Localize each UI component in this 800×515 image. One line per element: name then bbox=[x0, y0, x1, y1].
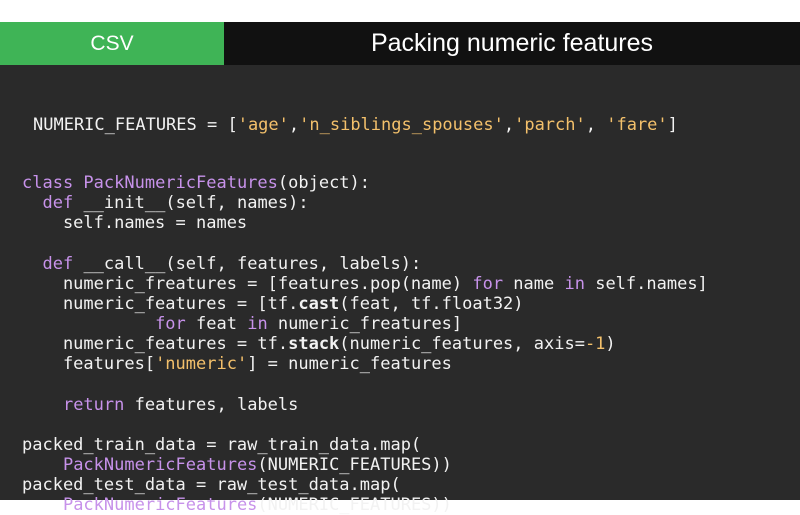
code-token: (feat, tf.float32) bbox=[339, 294, 524, 314]
code-line: packed_test_data = raw_test_data.map( bbox=[22, 475, 401, 495]
code-token: 'numeric' bbox=[155, 354, 248, 374]
code-token: , bbox=[288, 115, 300, 135]
code-line: return features, labels bbox=[22, 395, 298, 415]
code-token: PackNumericFeatures bbox=[83, 173, 278, 193]
code-token: __call__ bbox=[83, 254, 166, 274]
code-line: NUMERIC_FEATURES = ['age','n_siblings_sp… bbox=[33, 115, 678, 135]
code-token: packed_test_data = raw_test_data.map( bbox=[22, 475, 401, 495]
code-token: name bbox=[503, 274, 565, 294]
screenshot-frame: CSV Packing numeric features NUMERIC_FEA… bbox=[0, 0, 800, 515]
code-token: (numeric_features, axis= bbox=[339, 334, 585, 354]
code-line: def __init__(self, names): bbox=[22, 193, 309, 213]
code-token: -1 bbox=[584, 334, 606, 354]
code-token: , bbox=[503, 115, 515, 135]
code-token: (NUMERIC_FEATURES)) bbox=[257, 455, 452, 475]
code-token: def bbox=[42, 193, 84, 213]
code-token: ) bbox=[605, 334, 616, 354]
code-token: numeric_freatures] bbox=[267, 314, 463, 334]
code-token: self.names] bbox=[584, 274, 708, 294]
code-line: numeric_features = tf.stack(numeric_feat… bbox=[22, 334, 616, 354]
code-block: NUMERIC_FEATURES = ['age','n_siblings_sp… bbox=[0, 65, 800, 515]
code-token: 'parch' bbox=[514, 115, 586, 135]
code-token: ] = numeric_features bbox=[247, 354, 452, 374]
code-line: for feat in numeric_freatures] bbox=[22, 314, 462, 334]
slide-title: Packing numeric features bbox=[370, 29, 654, 57]
code-token: in bbox=[247, 314, 268, 334]
section-tab: CSV bbox=[0, 22, 224, 65]
code-token: in bbox=[564, 274, 585, 294]
code-token: (self, features, labels): bbox=[165, 254, 422, 274]
code-token: features[ bbox=[22, 354, 156, 374]
code-token: feat bbox=[185, 314, 248, 334]
code-line: PackNumericFeatures(NUMERIC_FEATURES)) bbox=[22, 455, 452, 475]
code-token: 'fare' bbox=[606, 115, 668, 135]
code-token: packed_train_data = raw_train_data.map( bbox=[22, 435, 422, 455]
code-line: features['numeric'] = numeric_features bbox=[22, 354, 452, 374]
code-line: class PackNumericFeatures(object): bbox=[22, 173, 370, 193]
code-token: (object): bbox=[277, 173, 371, 193]
code-token: features, labels bbox=[124, 395, 299, 415]
code-token: stack bbox=[288, 334, 340, 354]
slide-header: CSV Packing numeric features bbox=[0, 22, 800, 65]
code-token: __init__ bbox=[83, 193, 166, 213]
code-token: return bbox=[62, 395, 125, 415]
code-line: numeric_freatures = [features.pop(name) … bbox=[22, 274, 708, 294]
code-token: PackNumericFeatures bbox=[62, 455, 258, 475]
code-token: (self, names): bbox=[165, 193, 309, 213]
code-token: numeric_features = tf. bbox=[22, 334, 289, 354]
code-line: packed_train_data = raw_train_data.map( bbox=[22, 435, 421, 455]
code-token: class bbox=[22, 173, 84, 193]
code-token: 'n_siblings_spouses' bbox=[299, 115, 504, 135]
code-token: for bbox=[472, 274, 504, 294]
code-token: self.names = names bbox=[22, 213, 248, 233]
code-line: self.names = names bbox=[22, 213, 247, 233]
code-token: ] bbox=[667, 115, 678, 135]
code-token: PackNumericFeatures bbox=[62, 495, 258, 515]
code-line: PackNumericFeatures(NUMERIC_FEATURES)) bbox=[22, 495, 452, 515]
slide: CSV Packing numeric features NUMERIC_FEA… bbox=[0, 22, 800, 515]
code-line: def __call__(self, features, labels): bbox=[22, 254, 421, 274]
code-line: numeric_features = [tf.cast(feat, tf.flo… bbox=[22, 294, 524, 314]
code-token: for bbox=[155, 314, 186, 334]
code-token: , bbox=[585, 115, 607, 135]
code-token: numeric_features = [tf. bbox=[22, 294, 299, 314]
code-token: numeric_freatures = [features.pop(name) bbox=[22, 274, 473, 294]
code-token: def bbox=[42, 254, 84, 274]
code-token: (NUMERIC_FEATURES)) bbox=[257, 495, 452, 515]
code-token: cast bbox=[298, 294, 340, 314]
code-token: 'age' bbox=[237, 115, 289, 135]
code-token: NUMERIC_FEATURES = [ bbox=[33, 115, 238, 135]
